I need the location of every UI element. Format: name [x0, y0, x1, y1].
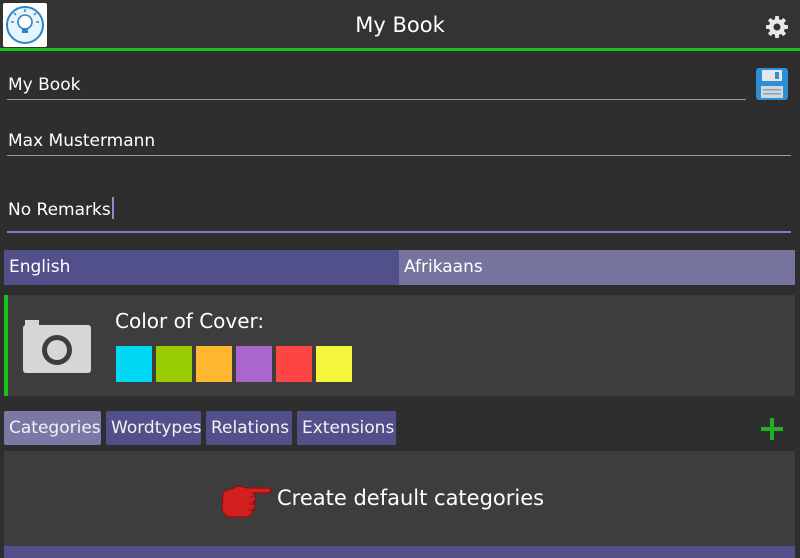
author-field[interactable]: Max Mustermann — [8, 131, 155, 151]
remarks-field[interactable]: No Remarks — [8, 197, 114, 220]
target-language[interactable]: Afrikaans — [399, 250, 795, 285]
remarks-value: No Remarks — [8, 200, 111, 220]
page-title: My Book — [355, 13, 445, 37]
plus-icon[interactable] — [760, 417, 784, 441]
cover-color-label: Color of Cover: — [115, 309, 265, 333]
source-language[interactable]: English — [4, 250, 399, 285]
tab-categories[interactable]: Categories — [4, 411, 101, 445]
author-underline — [7, 155, 791, 156]
tab-relations[interactable]: Relations — [206, 411, 292, 445]
book-title-underline — [7, 99, 746, 100]
color-swatch-cyan[interactable] — [116, 346, 152, 382]
color-swatch-green[interactable] — [156, 346, 192, 382]
floppy-disk-icon[interactable] — [754, 66, 790, 102]
tab-wordtypes[interactable]: Wordtypes — [106, 411, 202, 445]
color-swatch-orange[interactable] — [196, 346, 232, 382]
book-title-field[interactable]: My Book — [8, 75, 80, 95]
create-default-categories-button[interactable]: Create default categories — [277, 486, 544, 510]
gear-icon[interactable] — [765, 15, 789, 39]
language-selector: English Afrikaans — [4, 250, 795, 285]
color-swatch-purple[interactable] — [236, 346, 272, 382]
camera-icon[interactable] — [21, 318, 93, 376]
color-swatch-red[interactable] — [276, 346, 312, 382]
color-swatch-yellow[interactable] — [316, 346, 352, 382]
bottom-strip — [4, 546, 795, 558]
tab-extensions[interactable]: Extensions — [297, 411, 396, 445]
text-cursor — [111, 197, 114, 219]
remarks-underline — [7, 231, 791, 233]
pointing-hand-icon — [219, 478, 273, 520]
